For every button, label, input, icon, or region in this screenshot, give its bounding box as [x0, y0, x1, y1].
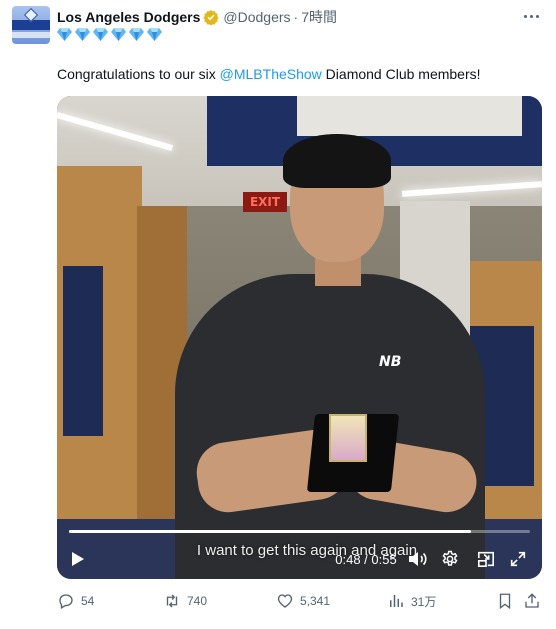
reply-button[interactable]: 54 [57, 591, 94, 611]
retweet-icon [166, 594, 178, 608]
bookmark-button[interactable] [496, 591, 520, 611]
views-chart-icon [390, 595, 403, 607]
tweet-header: Los Angeles Dodgers @Dodgers · 7時間 [57, 8, 337, 26]
shirt-logo-icon: NB [379, 354, 402, 370]
video-subtitle: I want to get this again and again [196, 542, 418, 559]
views-count: 31万 [411, 594, 437, 609]
more-dot-icon [535, 14, 539, 18]
gem-emoji-icon [129, 28, 144, 41]
progress-bar[interactable] [69, 530, 530, 533]
avatar-stripe [12, 32, 50, 38]
avatar[interactable] [12, 6, 50, 44]
scene-ceiling-panel [297, 96, 522, 136]
gem-emoji-icon [93, 28, 108, 41]
video-player[interactable]: EXIT NB I want to get this again and aga… [57, 96, 542, 579]
picture-in-picture-button[interactable] [475, 548, 497, 570]
scene-locker-interior [63, 266, 103, 436]
bookmark-icon [499, 593, 511, 610]
progress-fill [69, 530, 472, 533]
display-name[interactable]: Los Angeles Dodgers [57, 9, 200, 25]
gear-icon [442, 550, 458, 566]
like-count: 5,341 [300, 594, 331, 608]
person-hair [283, 134, 391, 188]
speaker-icon [409, 552, 427, 566]
play-icon [72, 552, 84, 566]
separator-dot: · [293, 9, 299, 25]
reply-count: 54 [81, 594, 95, 608]
tweet-actions: 54 740 5,341 31万 [57, 591, 542, 611]
like-button[interactable]: 5,341 [276, 591, 330, 611]
fullscreen-button[interactable] [507, 548, 529, 570]
fullscreen-icon [510, 551, 526, 567]
play-button[interactable] [67, 548, 89, 570]
picture-in-picture-icon [477, 551, 495, 568]
gem-emoji-icon [147, 28, 162, 41]
share-button[interactable] [523, 591, 547, 611]
more-dot-icon [523, 14, 527, 18]
mention-link[interactable]: @MLBTheShow [220, 66, 322, 82]
retweet-count: 740 [187, 594, 208, 608]
more-options-button[interactable] [520, 6, 542, 26]
settings-button[interactable] [438, 548, 462, 570]
video-timecode: 0:48 / 0:55 [335, 551, 397, 567]
tweet-text: Congratulations to our six @MLBTheShow D… [57, 66, 481, 82]
tweet-text-after: Diamond Club members! [321, 66, 481, 82]
retweet-button[interactable]: 740 [163, 591, 207, 611]
reply-icon [59, 594, 73, 609]
verified-badge-icon [203, 10, 220, 25]
diamond-card [329, 414, 367, 462]
views-button[interactable]: 31万 [387, 591, 436, 611]
share-icon [525, 593, 539, 608]
heart-icon [277, 594, 293, 608]
video-frame: EXIT NB [57, 96, 542, 579]
exit-sign: EXIT [243, 192, 287, 212]
timestamp[interactable]: 7時間 [301, 7, 337, 27]
tweet-text-before: Congratulations to our six [57, 66, 220, 82]
volume-button[interactable] [406, 548, 430, 570]
diamond-emoji-row [57, 28, 162, 41]
gem-emoji-icon [75, 28, 90, 41]
gem-emoji-icon [57, 28, 72, 41]
gem-emoji-icon [111, 28, 126, 41]
more-dot-icon [529, 14, 533, 18]
handle[interactable]: @Dodgers [223, 9, 290, 25]
